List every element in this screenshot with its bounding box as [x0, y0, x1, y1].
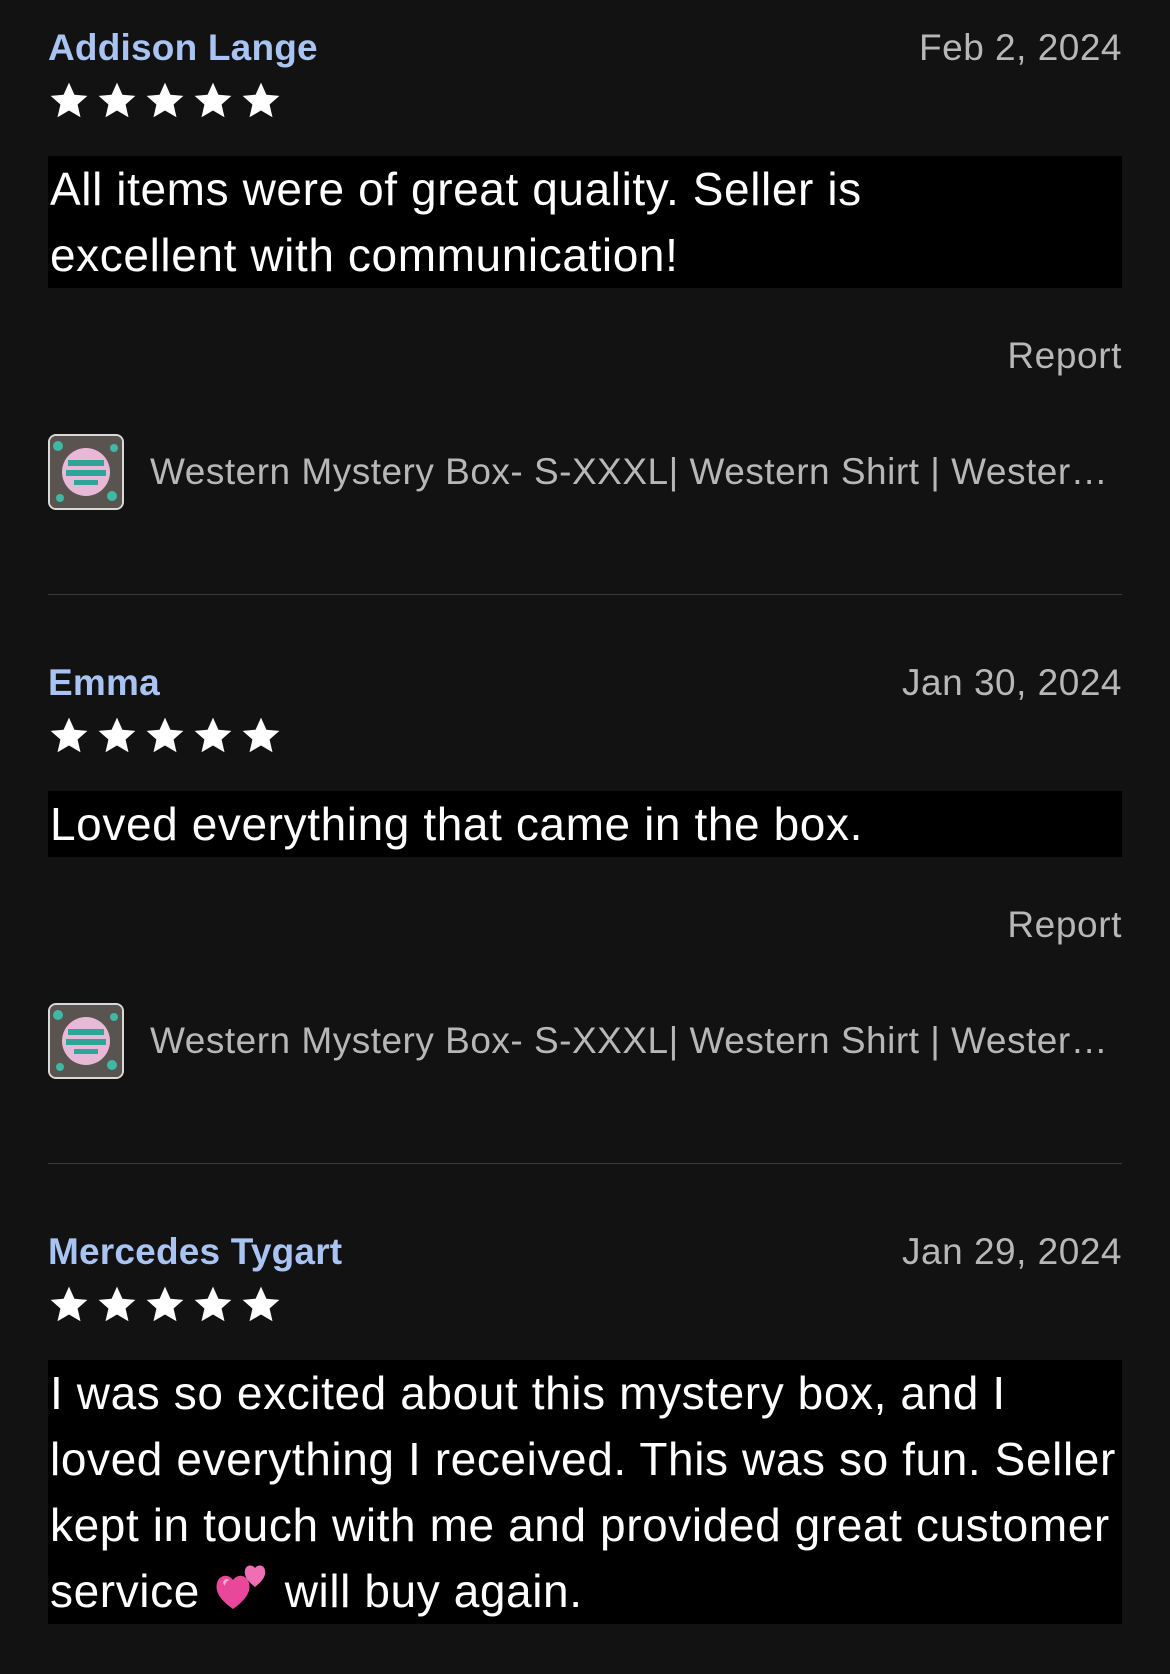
reviewer-name[interactable]: Addison Lange [48, 20, 318, 76]
review-header: Mercedes Tygart Jan 29, 2024 [48, 1224, 1122, 1280]
star-rating [48, 1282, 1122, 1328]
review-card: Mercedes Tygart Jan 29, 2024 I was so ex… [48, 1224, 1122, 1624]
star-icon [146, 82, 184, 118]
report-link[interactable]: Report [1007, 904, 1122, 945]
star-icon [98, 717, 136, 753]
review-date: Jan 29, 2024 [902, 1231, 1122, 1272]
review-text-main: I was so excited about this mystery box,… [50, 1367, 1116, 1617]
listing-link[interactable]: Western Mystery Box- S-XXXL| Western Shi… [48, 434, 1122, 510]
reviews-feed: Addison Lange Feb 2, 2024 All items were… [0, 0, 1170, 1674]
star-icon [242, 717, 280, 753]
review-card: Addison Lange Feb 2, 2024 All items were… [48, 20, 1122, 510]
star-icon [194, 1286, 232, 1322]
star-icon [242, 1286, 280, 1322]
review-text-end: will buy again. [284, 1565, 583, 1617]
listing-title[interactable]: Western Mystery Box- S-XXXL| Western Shi… [150, 1020, 1110, 1062]
star-icon [146, 717, 184, 753]
reviewer-name[interactable]: Emma [48, 655, 160, 711]
mystery-box-thumbnail-icon [50, 436, 122, 508]
review-text: Loved everything that came in the box. [48, 791, 1122, 857]
listing-title[interactable]: Western Mystery Box- S-XXXL| Western Shi… [150, 451, 1110, 493]
star-icon [146, 1286, 184, 1322]
listing-thumbnail[interactable] [48, 434, 124, 510]
star-rating [48, 713, 1122, 759]
report-row: Report [48, 326, 1122, 386]
review-divider [48, 1163, 1122, 1164]
star-icon [98, 1286, 136, 1322]
listing-thumbnail[interactable] [48, 1003, 124, 1079]
star-icon [50, 1286, 88, 1322]
review-text: I was so excited about this mystery box,… [48, 1360, 1122, 1624]
star-icon [194, 82, 232, 118]
reviewer-name[interactable]: Mercedes Tygart [48, 1224, 342, 1280]
review-divider [48, 594, 1122, 595]
review-date: Feb 2, 2024 [919, 27, 1122, 68]
review-date: Jan 30, 2024 [902, 662, 1122, 703]
star-rating [48, 78, 1122, 124]
star-icon [50, 717, 88, 753]
review-card: Emma Jan 30, 2024 Loved everything that … [48, 655, 1122, 1079]
review-text: All items were of great quality. Seller … [48, 156, 1122, 288]
two-hearts-emoji-icon [216, 1565, 266, 1609]
mystery-box-thumbnail-icon [50, 1005, 122, 1077]
review-header: Emma Jan 30, 2024 [48, 655, 1122, 711]
star-icon [50, 82, 88, 118]
star-icon [242, 82, 280, 118]
report-link[interactable]: Report [1007, 335, 1122, 376]
star-icon [98, 82, 136, 118]
review-header: Addison Lange Feb 2, 2024 [48, 20, 1122, 76]
star-icon [194, 717, 232, 753]
listing-link[interactable]: Western Mystery Box- S-XXXL| Western Shi… [48, 1003, 1122, 1079]
report-row: Report [48, 895, 1122, 955]
